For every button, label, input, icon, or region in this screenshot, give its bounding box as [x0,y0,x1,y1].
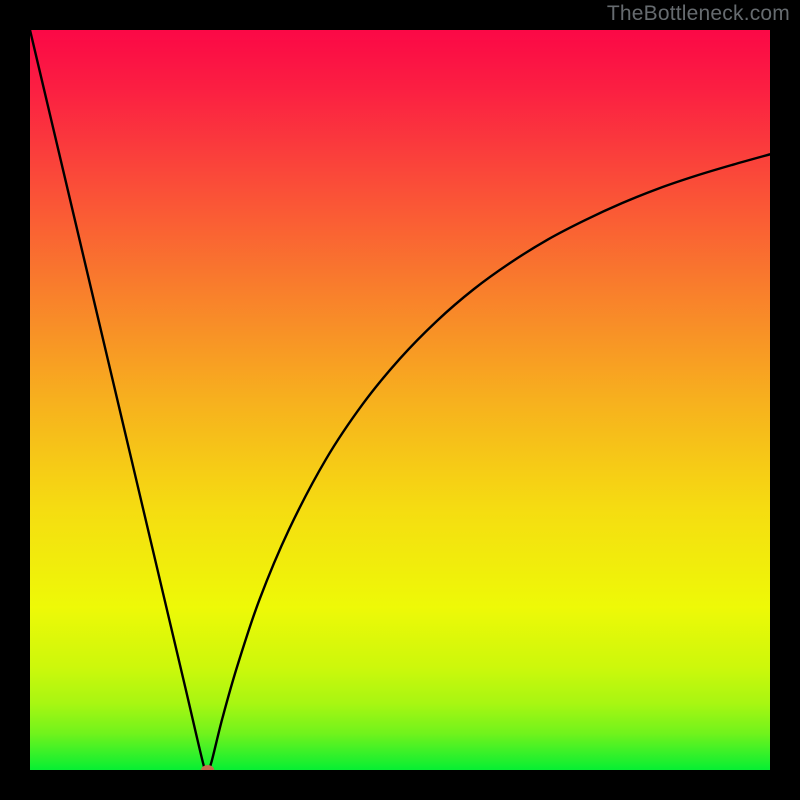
gradient-background [30,30,770,770]
chart-frame: TheBottleneck.com [0,0,800,800]
chart-svg [30,30,770,770]
watermark-text: TheBottleneck.com [607,2,790,26]
plot-area [30,30,770,770]
